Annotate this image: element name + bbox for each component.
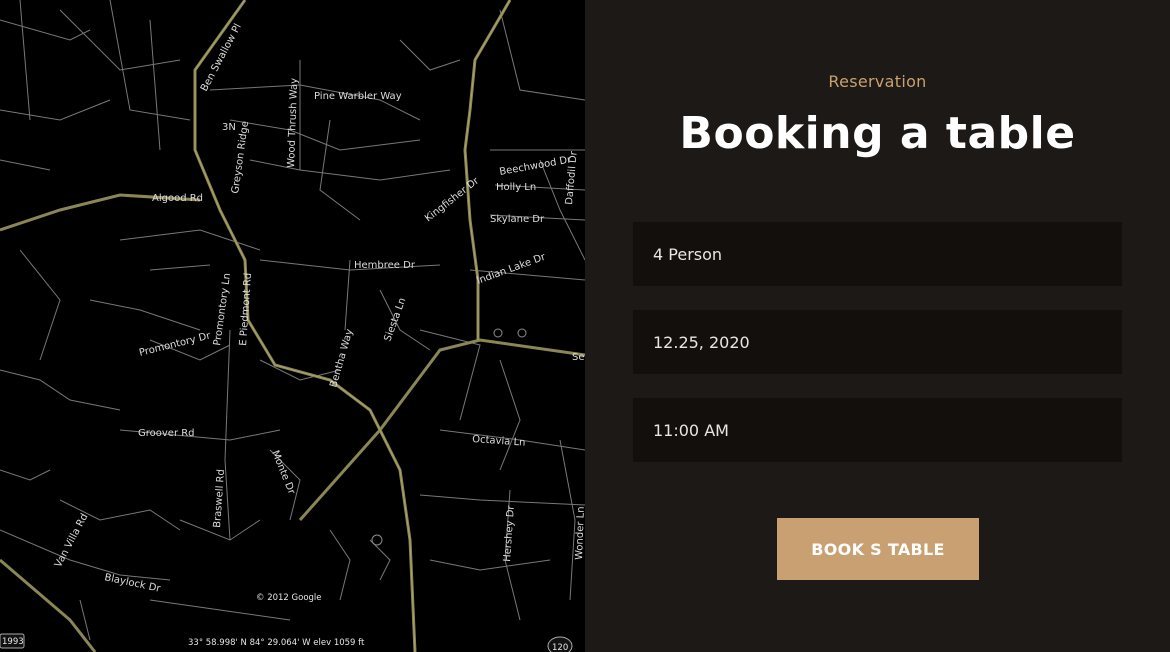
street-label: Se <box>572 352 585 363</box>
street-label: Hershey Dr <box>502 504 517 562</box>
street-label: Octavia Ln <box>472 434 526 449</box>
street-label: Indian Lake Dr <box>475 251 548 286</box>
map-canvas[interactable]: Ben Swallow Pl Pine Warbler Way Wood Thr… <box>0 0 585 652</box>
map-coordinates: 33° 58.998' N 84° 29.064' W elev 1059 ft <box>188 638 365 648</box>
page-title: Booking a table <box>679 108 1076 159</box>
map-copyright: © 2012 Google <box>256 593 322 603</box>
route-number: 120 <box>552 643 568 652</box>
street-label: Groover Rd <box>138 428 195 439</box>
persons-value: 4 Person <box>653 244 723 264</box>
street-label: 3N <box>222 122 236 133</box>
street-label: Wood Thrush Way <box>286 78 300 168</box>
street-label: Blaylock Dr <box>103 572 162 595</box>
street-label: Braswell Rd <box>212 469 227 528</box>
map-view[interactable]: Ben Swallow Pl Pine Warbler Way Wood Thr… <box>0 0 585 652</box>
street-label: Bentha Way <box>328 328 355 389</box>
time-field[interactable]: 11:00 AM <box>633 398 1122 462</box>
street-label: Beechwood Dr <box>499 154 573 178</box>
reservation-panel: Reservation Booking a table 4 Person 12.… <box>585 0 1170 652</box>
street-label: Pine Warbler Way <box>314 91 402 102</box>
persons-field[interactable]: 4 Person <box>633 222 1122 286</box>
date-value: 12.25, 2020 <box>653 332 750 352</box>
street-label: Hembree Dr <box>354 260 416 271</box>
section-eyebrow: Reservation <box>828 72 927 91</box>
street-label: Wonder Ln <box>574 506 585 560</box>
page: Ben Swallow Pl Pine Warbler Way Wood Thr… <box>0 0 1170 652</box>
street-label: Skylane Dr <box>490 214 545 225</box>
time-value: 11:00 AM <box>653 420 729 440</box>
book-table-button[interactable]: BOOK S TABLE <box>777 518 979 580</box>
date-field[interactable]: 12.25, 2020 <box>633 310 1122 374</box>
street-label: Promontory Dr <box>138 330 212 359</box>
route-number: 1993 <box>2 637 24 647</box>
street-label: Holly Ln <box>496 182 536 193</box>
street-label: E Piedmont Rd <box>238 272 254 346</box>
street-label: Kingfisher Dr <box>423 175 482 224</box>
street-label: Algood Rd <box>152 193 203 204</box>
